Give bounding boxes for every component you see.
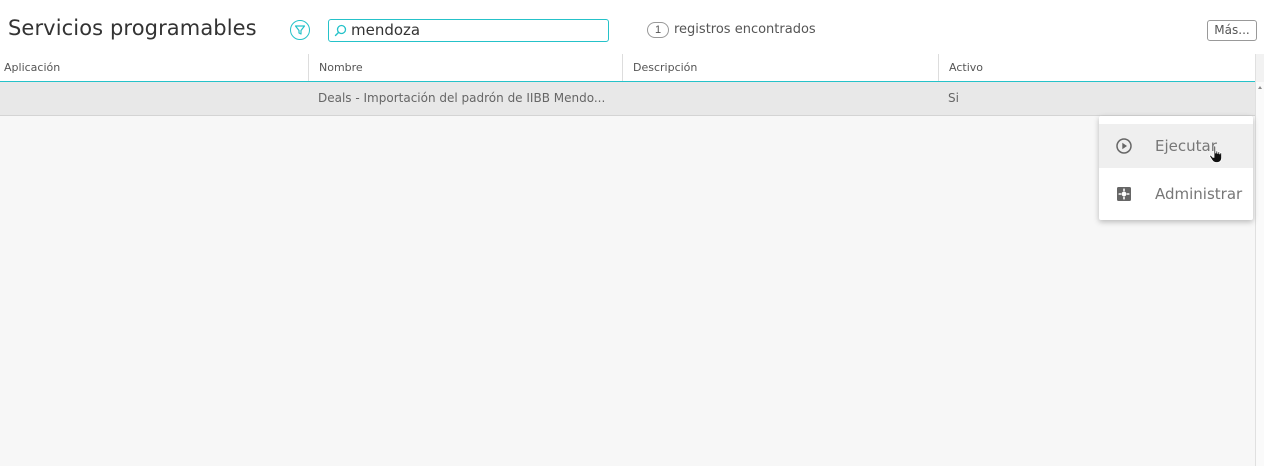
cell-nombre: Deals - Importación del padrón de IIBB M… — [318, 91, 606, 105]
gear-icon — [1117, 187, 1131, 201]
record-count-badge: 1 — [647, 22, 669, 38]
scrollbar-thumb[interactable] — [1256, 82, 1264, 466]
grid-header: Aplicación Nombre Descripción Activo — [0, 54, 1255, 82]
context-menu: Ejecutar Administrar — [1099, 116, 1253, 220]
table-row[interactable]: Deals - Importación del padrón de IIBB M… — [0, 82, 1255, 116]
column-header-aplicacion[interactable]: Aplicación — [0, 54, 308, 81]
search-field[interactable] — [328, 19, 609, 42]
scroll-up-arrow-icon[interactable] — [1258, 86, 1262, 89]
column-header-nombre[interactable]: Nombre — [308, 54, 622, 81]
column-header-descripcion[interactable]: Descripción — [622, 54, 938, 81]
more-button[interactable]: Más... — [1207, 20, 1257, 41]
search-icon — [334, 24, 347, 37]
menu-item-administrar[interactable]: Administrar — [1099, 172, 1253, 216]
search-input[interactable] — [351, 21, 603, 39]
menu-item-label: Ejecutar — [1155, 137, 1217, 155]
record-count-label: registros encontrados — [674, 22, 816, 37]
cell-activo: Si — [948, 91, 959, 105]
menu-item-label: Administrar — [1155, 185, 1243, 203]
cell-descripcion — [632, 82, 932, 115]
menu-item-ejecutar[interactable]: Ejecutar — [1099, 124, 1253, 168]
cell-aplicacion — [4, 82, 304, 115]
toolbar: Servicios programables 1 registros encon… — [0, 0, 1264, 54]
play-circle-icon — [1116, 138, 1132, 154]
filter-icon — [294, 25, 306, 35]
column-header-activo[interactable]: Activo — [938, 54, 1255, 81]
vertical-scrollbar[interactable] — [1255, 54, 1264, 466]
page-title: Servicios programables — [8, 16, 257, 40]
hand-cursor-icon — [1209, 145, 1222, 163]
filter-button[interactable] — [290, 20, 310, 40]
